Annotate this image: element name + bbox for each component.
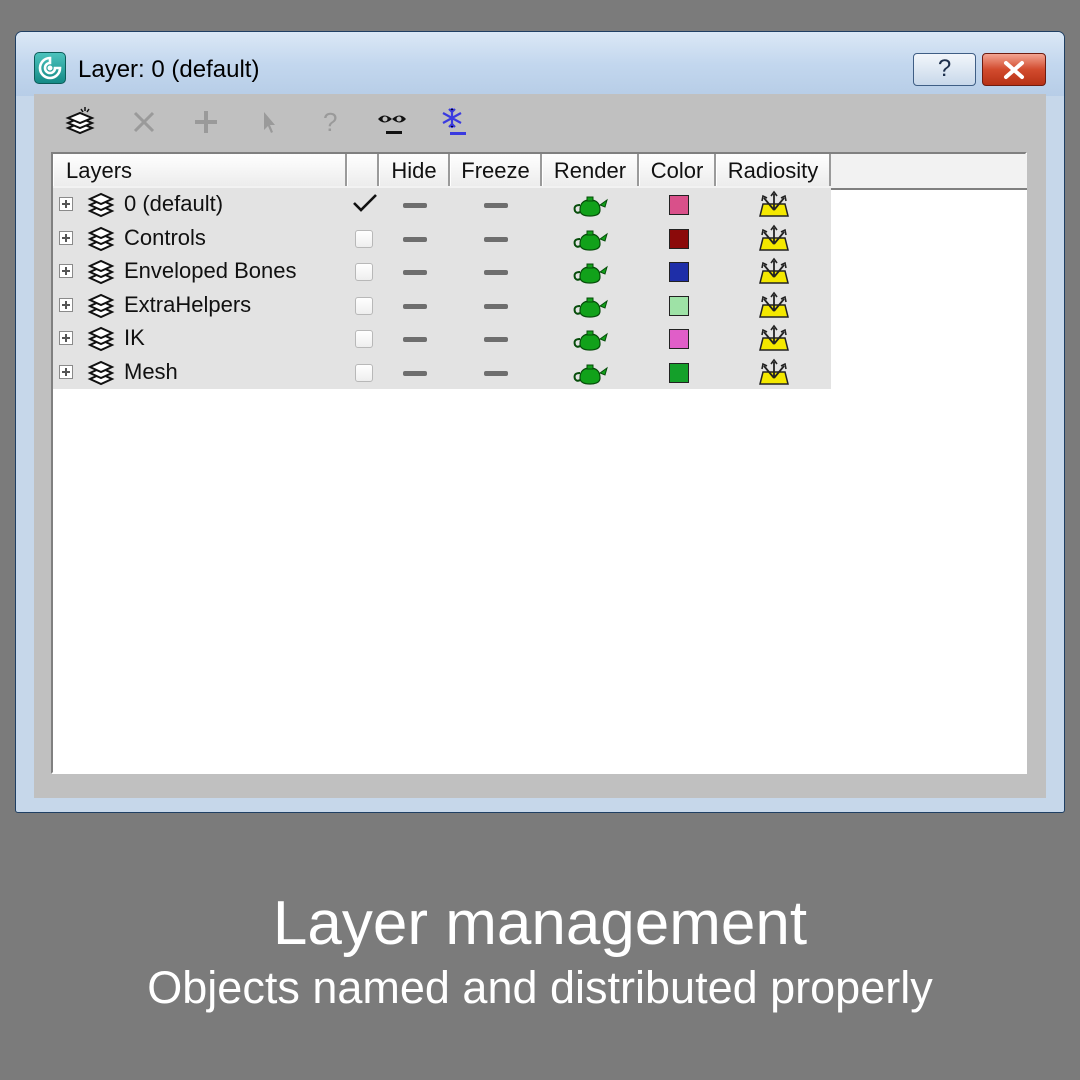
render-teapot-icon[interactable] [571,295,609,326]
delete-layer-icon[interactable] [126,104,162,140]
freeze-toggle-icon[interactable] [484,203,508,208]
layer-list[interactable]: Layers Hide Freeze Render Color Radiosit… [51,152,1027,774]
current-layer-checkbox[interactable] [355,229,373,248]
render-teapot-icon[interactable] [571,362,609,393]
layer-dialog-window: Layer: 0 (default) ? ? Layers Hide Freez… [15,31,1065,813]
render-teapot-icon[interactable] [571,194,609,225]
layer-icon [87,293,115,324]
window-title: Layer: 0 (default) [78,56,260,83]
current-layer-checkbox[interactable] [355,263,373,281]
hide-toggle-icon[interactable] [403,236,427,242]
app-icon [34,52,66,84]
hide-all-icon[interactable] [374,104,410,140]
column-header-freeze[interactable]: Freeze [450,154,542,186]
column-header-render[interactable]: Render [542,154,639,186]
layer-name[interactable]: ExtraHelpers [124,292,251,318]
close-icon [1004,61,1024,79]
render-teapot-icon[interactable] [571,328,609,359]
dialog-client-area: ? Layers Hide Freeze Render Color Radios… [34,94,1046,798]
layer-icon [87,326,115,357]
layer-icon [87,360,115,391]
column-header-current[interactable] [347,154,379,186]
radiosity-icon[interactable] [756,190,792,225]
layer-icon [87,259,115,290]
help-button[interactable]: ? [913,53,976,86]
freeze-toggle-icon[interactable] [484,270,508,275]
radiosity-icon[interactable] [756,358,792,393]
render-teapot-icon[interactable] [571,261,609,292]
expand-icon[interactable] [59,364,73,379]
column-header-hide[interactable]: Hide [379,154,450,186]
current-layer-checkbox[interactable] [355,363,373,382]
layer-row[interactable]: 0 (default) [53,188,831,221]
layer-name[interactable]: Controls [124,225,206,251]
render-teapot-icon[interactable] [571,228,609,259]
radiosity-icon[interactable] [756,324,792,359]
expand-icon[interactable] [59,197,73,211]
add-to-layer-icon[interactable] [188,104,224,140]
freeze-toggle-icon[interactable] [484,303,508,309]
layer-row[interactable]: IK [53,322,831,355]
svg-text:?: ? [323,107,337,137]
layer-color-swatch[interactable] [669,329,689,349]
expand-icon[interactable] [59,297,73,312]
layer-color-swatch[interactable] [669,228,689,249]
layer-row[interactable]: Controls [53,222,831,255]
radiosity-icon[interactable] [756,257,792,292]
expand-icon[interactable] [59,230,73,245]
hide-toggle-icon[interactable] [403,370,427,376]
list-header: Layers Hide Freeze Render Color Radiosit… [53,154,1027,190]
current-layer-checkbox[interactable] [355,296,373,315]
title-bar[interactable]: Layer: 0 (default) ? [16,32,1064,96]
freeze-toggle-icon[interactable] [484,370,508,376]
caption-title: Layer management [272,889,808,958]
freeze-toggle-icon[interactable] [484,337,508,342]
column-header-layers[interactable]: Layers [53,154,347,186]
layer-row[interactable]: Enveloped Bones [53,255,831,288]
hide-toggle-icon[interactable] [403,337,427,342]
layer-row[interactable]: ExtraHelpers [53,289,831,322]
layer-color-swatch[interactable] [669,262,689,282]
expand-icon[interactable] [59,264,73,278]
layer-icon [87,226,115,257]
freeze-toggle-icon[interactable] [484,236,508,242]
close-button[interactable] [982,53,1046,86]
current-layer-checkbox[interactable] [355,330,373,348]
radiosity-icon[interactable] [756,224,792,259]
layer-color-swatch[interactable] [669,295,689,316]
caption-subtitle: Objects named and distributed properly [147,962,933,1013]
hide-toggle-icon[interactable] [403,270,427,275]
freeze-all-icon[interactable] [436,104,472,140]
highlight-selected-icon[interactable]: ? [312,104,348,140]
layer-color-swatch[interactable] [669,195,689,215]
new-layer-icon[interactable] [62,104,98,140]
layer-name[interactable]: Enveloped Bones [124,258,296,284]
layer-name[interactable]: IK [124,325,145,351]
layer-name[interactable]: Mesh [124,359,178,385]
radiosity-icon[interactable] [756,291,792,326]
column-header-color[interactable]: Color [639,154,716,186]
layer-icon [87,192,115,223]
current-layer-check-icon[interactable] [351,190,379,221]
hide-toggle-icon[interactable] [403,203,427,208]
select-objects-icon[interactable] [250,104,286,140]
hide-toggle-icon[interactable] [403,303,427,309]
expand-icon[interactable] [59,331,73,345]
layer-row[interactable]: Mesh [53,356,831,389]
layer-color-swatch[interactable] [669,362,689,383]
layer-name[interactable]: 0 (default) [124,191,223,217]
column-header-radiosity[interactable]: Radiosity [716,154,831,186]
